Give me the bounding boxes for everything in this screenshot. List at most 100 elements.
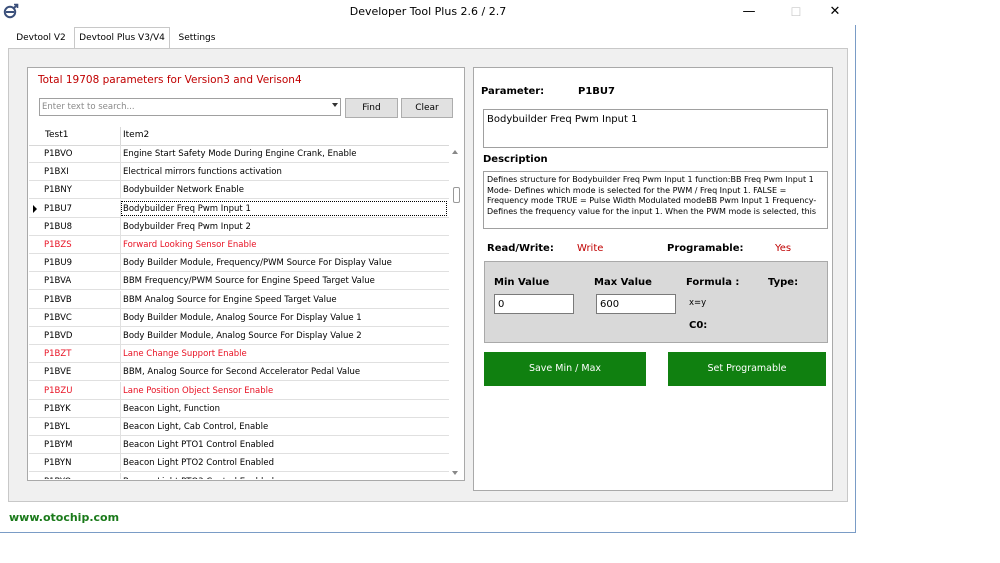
max-value-input[interactable] xyxy=(596,294,676,314)
row-code-cell[interactable]: P1BVO xyxy=(44,149,72,159)
row-name-cell[interactable]: BBM Frequency/PWM Source for Engine Spee… xyxy=(123,276,375,286)
description-label: Description xyxy=(483,154,548,165)
set-programable-button[interactable]: Set Programable xyxy=(668,352,826,386)
cell-divider xyxy=(120,272,121,291)
close-button[interactable]: ✕ xyxy=(820,2,850,22)
table-row[interactable]: P1BVO Engine Start Safety Mode During Eng… xyxy=(29,145,449,163)
row-name-cell[interactable]: Beacon Light, Function xyxy=(123,404,220,414)
scroll-down-arrow-icon[interactable] xyxy=(452,471,458,475)
row-code-cell[interactable]: P1BXI xyxy=(44,167,69,177)
scroll-thumb[interactable] xyxy=(453,187,460,203)
column-header-test1[interactable]: Test1 xyxy=(45,130,68,140)
row-name-cell[interactable]: Beacon Light PTO1 Control Enabled xyxy=(123,440,274,450)
row-code-cell[interactable]: P1BZU xyxy=(44,386,72,396)
chevron-down-icon[interactable] xyxy=(332,103,338,107)
row-name-cell[interactable]: Body Builder Module, Frequency/PWM Sourc… xyxy=(123,258,392,268)
row-name-cell[interactable]: Body Builder Module, Analog Source For D… xyxy=(123,313,362,323)
cell-divider xyxy=(120,472,121,479)
maximize-button[interactable]: ☐ xyxy=(781,2,811,22)
row-name-cell[interactable]: Beacon Light PTO2 Control Enabled xyxy=(123,458,274,468)
row-code-cell[interactable]: P1BVC xyxy=(44,313,72,323)
row-name-cell[interactable]: Beacon Light PTO3 Control Enabled xyxy=(123,477,274,479)
parameter-grid: Test1 Item2 P1BVO Engine Start Safety Mod… xyxy=(29,127,463,479)
clear-button[interactable]: Clear xyxy=(401,98,453,118)
search-combobox[interactable] xyxy=(39,98,341,116)
minimize-button[interactable]: — xyxy=(734,2,764,22)
cell-divider xyxy=(120,454,121,473)
cell-divider xyxy=(120,145,121,163)
table-row[interactable]: P1BZU Lane Position Object Sensor Enable xyxy=(29,381,449,400)
parameter-name-field[interactable]: Bodybuilder Freq Pwm Input 1 xyxy=(483,109,828,148)
row-code-cell[interactable]: P1BVB xyxy=(44,295,72,305)
table-row[interactable]: P1BYN Beacon Light PTO2 Control Enabled xyxy=(29,454,449,473)
row-code-cell[interactable]: P1BYN xyxy=(44,458,71,468)
table-row[interactable]: P1BU9 Body Builder Module, Frequency/PWM … xyxy=(29,254,449,273)
cell-divider xyxy=(120,345,121,364)
row-code-cell[interactable]: P1BZT xyxy=(44,349,71,359)
row-code-cell[interactable]: P1BVA xyxy=(44,276,71,286)
tab-settings[interactable]: Settings xyxy=(170,29,224,47)
cell-divider xyxy=(120,436,121,455)
cell-divider xyxy=(120,217,121,236)
row-code-cell[interactable]: P1BYL xyxy=(44,422,70,432)
table-row[interactable]: P1BYM Beacon Light PTO1 Control Enabled xyxy=(29,436,449,455)
column-header-item2[interactable]: Item2 xyxy=(123,130,149,140)
table-row[interactable]: P1BVA BBM Frequency/PWM Source for Engine… xyxy=(29,272,449,291)
cell-divider xyxy=(120,418,121,436)
row-name-cell[interactable]: Bodybuilder Freq Pwm Input 1 xyxy=(123,204,251,214)
table-row[interactable]: P1BVD Body Builder Module, Analog Source … xyxy=(29,327,449,345)
row-name-cell[interactable]: Forward Looking Sensor Enable xyxy=(123,240,256,250)
cell-divider xyxy=(120,199,121,218)
row-code-cell[interactable]: P1BYM xyxy=(44,440,72,450)
row-name-cell[interactable]: Electrical mirrors functions activation xyxy=(123,167,282,177)
search-input[interactable] xyxy=(42,100,322,114)
table-row[interactable]: P1BVC Body Builder Module, Analog Source … xyxy=(29,308,449,327)
table-row[interactable]: P1BXI Electrical mirrors functions activa… xyxy=(29,163,449,182)
type-label: Type: xyxy=(768,277,799,288)
table-row[interactable]: P1BZS Forward Looking Sensor Enable xyxy=(29,236,449,254)
table-row[interactable]: P1BZT Lane Change Support Enable xyxy=(29,345,449,364)
save-min-max-button[interactable]: Save Min / Max xyxy=(484,352,646,386)
row-code-cell[interactable]: P1BU7 xyxy=(44,204,72,214)
tab-devtool-v2[interactable]: Devtool V2 xyxy=(8,29,74,47)
column-divider[interactable] xyxy=(120,127,121,145)
row-code-cell[interactable]: P1BU9 xyxy=(44,258,72,268)
table-row[interactable]: P1BVB BBM Analog Source for Engine Speed … xyxy=(29,290,449,309)
grid-scrollbar[interactable] xyxy=(449,145,463,479)
description-field[interactable]: Defines structure for Bodybuilder Freq P… xyxy=(483,171,828,229)
row-code-cell[interactable]: P1BVD xyxy=(44,331,72,341)
table-row[interactable]: P1BYK Beacon Light, Function xyxy=(29,399,449,418)
programable-label: Programable: xyxy=(667,243,744,254)
row-name-cell[interactable]: Engine Start Safety Mode During Engine C… xyxy=(123,149,356,159)
row-code-cell[interactable]: P1BYK xyxy=(44,404,71,414)
row-name-cell[interactable]: Body Builder Module, Analog Source For D… xyxy=(123,331,362,341)
row-code-cell[interactable]: P1BZS xyxy=(44,240,72,250)
description-text: Defines structure for Bodybuilder Freq P… xyxy=(487,175,817,216)
row-name-cell[interactable]: Lane Change Support Enable xyxy=(123,349,247,359)
footer-site-link[interactable]: www.otochip.com xyxy=(9,511,119,524)
row-code-cell[interactable]: P1BNY xyxy=(44,185,72,195)
table-row[interactable]: P1BYL Beacon Light, Cab Control, Enable xyxy=(29,418,449,436)
row-name-cell[interactable]: Lane Position Object Sensor Enable xyxy=(123,386,273,396)
scroll-up-arrow-icon[interactable] xyxy=(452,150,458,154)
table-row[interactable]: P1BU7 Bodybuilder Freq Pwm Input 1 xyxy=(29,199,449,218)
row-name-cell[interactable]: BBM Analog Source for Engine Speed Targe… xyxy=(123,295,337,305)
window-title: Developer Tool Plus 2.6 / 2.7 xyxy=(349,5,507,18)
table-row[interactable]: P1BU8 Bodybuilder Freq Pwm Input 2 xyxy=(29,217,449,236)
row-name-cell[interactable]: Bodybuilder Freq Pwm Input 2 xyxy=(123,222,251,232)
row-name-cell[interactable]: Beacon Light, Cab Control, Enable xyxy=(123,422,268,432)
cell-divider xyxy=(120,399,121,418)
row-code-cell[interactable]: P1BVE xyxy=(44,367,71,377)
table-row[interactable]: P1BVE BBM, Analog Source for Second Accel… xyxy=(29,363,449,382)
row-code-cell[interactable]: P1BYO xyxy=(44,477,71,479)
programable-value: Yes xyxy=(775,243,792,254)
min-value-input[interactable] xyxy=(494,294,574,314)
table-row[interactable]: P1BNY Bodybuilder Network Enable xyxy=(29,181,449,200)
find-button[interactable]: Find xyxy=(345,98,398,118)
table-row[interactable]: P1BYO Beacon Light PTO3 Control Enabled xyxy=(29,472,449,479)
row-code-cell[interactable]: P1BU8 xyxy=(44,222,72,232)
tab-devtool-plus-v3v4[interactable]: Devtool Plus V3/V4 xyxy=(74,27,170,48)
row-name-cell[interactable]: BBM, Analog Source for Second Accelerato… xyxy=(123,367,360,377)
row-name-cell[interactable]: Bodybuilder Network Enable xyxy=(123,185,244,195)
cell-divider xyxy=(120,363,121,382)
